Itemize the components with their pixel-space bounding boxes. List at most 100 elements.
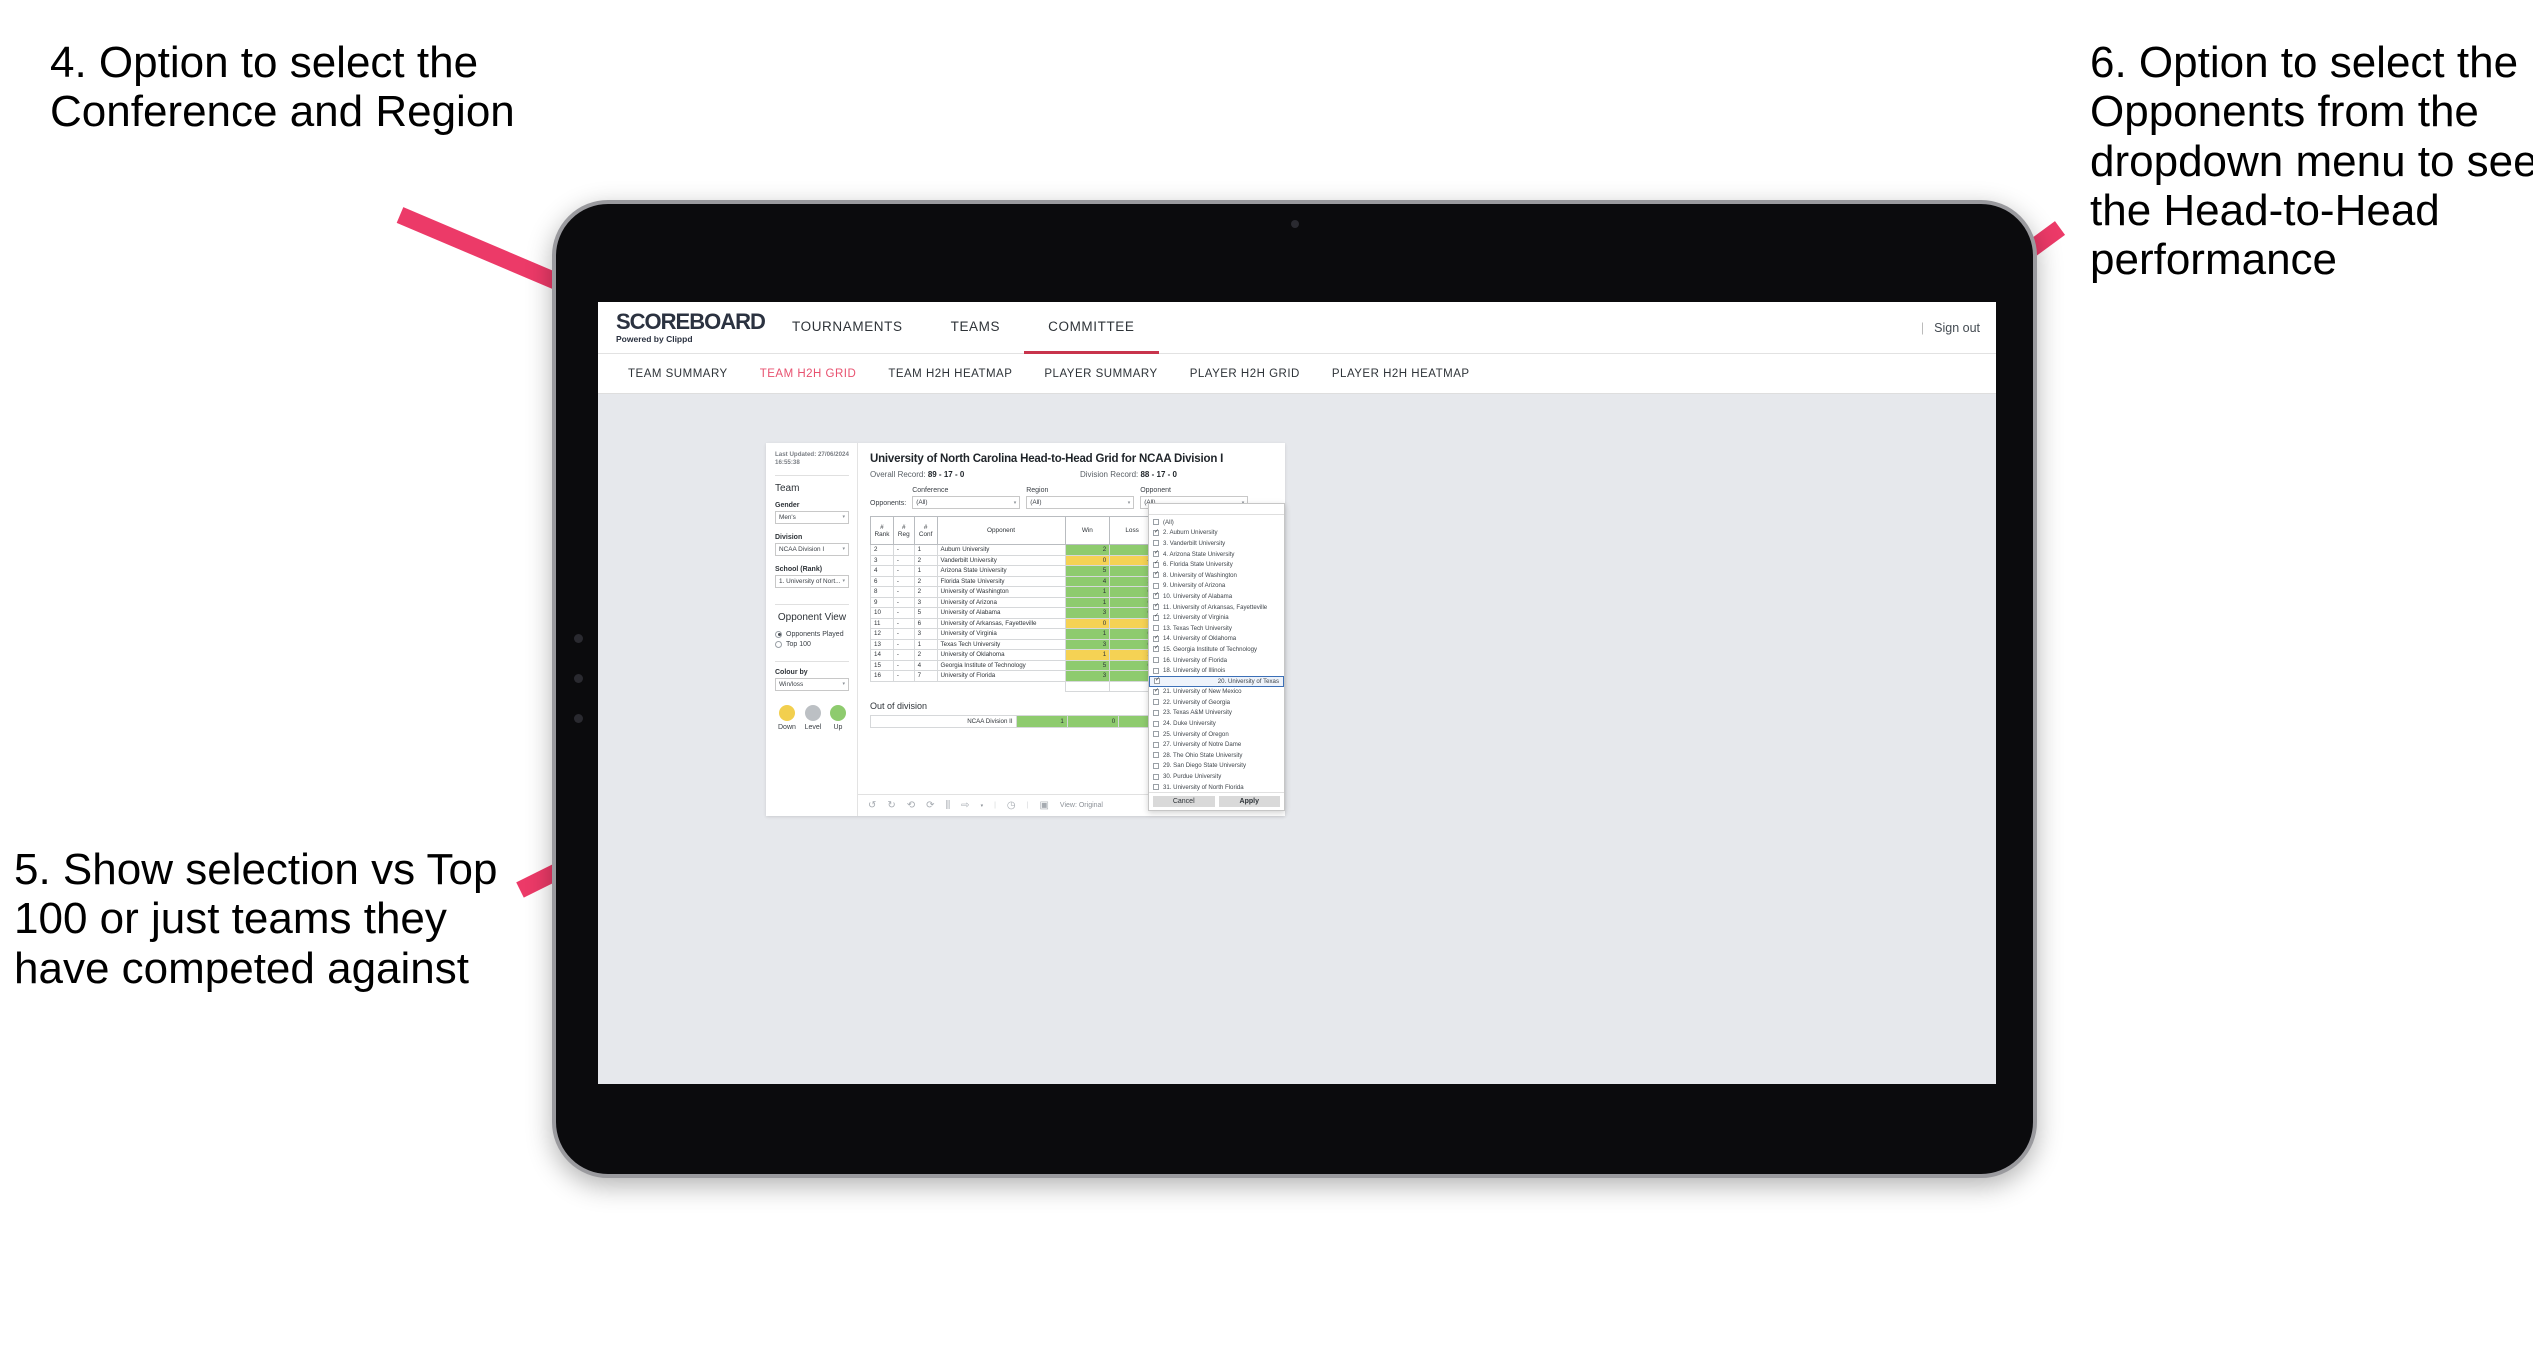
division-select[interactable]: NCAA Division I ▾	[775, 542, 849, 556]
checkbox-icon[interactable]	[1153, 688, 1159, 695]
subnav-player-summary[interactable]: PLAYER SUMMARY	[1028, 368, 1173, 380]
col-win[interactable]: Win	[1064, 516, 1111, 545]
dropdown-option[interactable]: 20. University of Texas	[1149, 675, 1284, 687]
table-row[interactable]: 6-2Florida State University42	[870, 575, 1155, 587]
checkbox-icon[interactable]	[1153, 752, 1159, 759]
radio-opponents-played[interactable]: Opponents Played	[775, 630, 849, 638]
dropdown-option[interactable]: 10. University of Alabama	[1149, 591, 1284, 602]
checkbox-icon[interactable]	[1153, 762, 1159, 769]
col-conf[interactable]: # Conf	[913, 516, 938, 545]
dropdown-option[interactable]: 13. Texas Tech University	[1149, 623, 1284, 634]
cancel-button[interactable]: Cancel	[1153, 796, 1215, 808]
brand-logo[interactable]: SCOREBOARD Powered by Clippd	[598, 311, 766, 345]
checkbox-icon[interactable]	[1153, 571, 1159, 579]
checkbox-icon[interactable]	[1153, 720, 1159, 727]
dropdown-option[interactable]: 3. Vanderbilt University	[1149, 538, 1284, 549]
dropdown-option[interactable]: 2. Auburn University	[1149, 528, 1284, 539]
col-opponent[interactable]: Opponent	[936, 516, 1066, 545]
apply-button[interactable]: Apply	[1218, 796, 1280, 808]
checkbox-icon[interactable]	[1154, 677, 1160, 685]
dropdown-option[interactable]: (All)	[1149, 517, 1284, 528]
table-row[interactable]: 2-1Auburn University21	[870, 544, 1155, 556]
checkbox-icon[interactable]	[1153, 731, 1159, 738]
refresh-icon[interactable]: ⟳	[926, 800, 934, 811]
dropdown-option[interactable]: 29. San Diego State University	[1149, 761, 1284, 772]
conference-select[interactable]: (All) ▾	[912, 496, 1021, 509]
checkbox-icon[interactable]	[1153, 625, 1159, 632]
dropdown-option[interactable]: 25. University of Oregon	[1149, 729, 1284, 740]
history-icon[interactable]: ◷	[1007, 800, 1016, 811]
table-row[interactable]: 10-5University of Alabama30	[870, 607, 1155, 619]
table-row[interactable]: 9-3University of Arizona10	[870, 596, 1155, 608]
checkbox-icon[interactable]	[1153, 529, 1159, 536]
checkbox-icon[interactable]	[1153, 657, 1159, 664]
dropdown-option[interactable]: 28. The Ohio State University	[1149, 750, 1284, 761]
checkbox-icon[interactable]	[1153, 784, 1159, 791]
dropdown-option[interactable]: 9. University of Arizona	[1149, 581, 1284, 592]
dropdown-option[interactable]: 27. University of Notre Dame	[1149, 739, 1284, 750]
pause-icon[interactable]: ⫼	[946, 800, 951, 811]
topnav-tournaments[interactable]: TOURNAMENTS	[768, 302, 927, 354]
dropdown-option[interactable]: 4. Arizona State University	[1149, 549, 1284, 560]
dropdown-search-input[interactable]	[1149, 504, 1284, 515]
table-row[interactable]: 13-1Texas Tech University30	[870, 638, 1155, 650]
school-select[interactable]: 1. University of Nort... ▾	[775, 574, 849, 588]
gender-select[interactable]: Men's ▾	[775, 510, 849, 524]
checkbox-icon[interactable]	[1153, 540, 1159, 547]
dropdown-option[interactable]: 24. Duke University	[1149, 718, 1284, 729]
checkbox-icon[interactable]	[1153, 613, 1159, 621]
topnav-committee[interactable]: COMMITTEE	[1024, 302, 1159, 354]
checkbox-icon[interactable]	[1153, 603, 1159, 611]
table-row[interactable]: 15-4Georgia Institute of Technology50	[870, 659, 1155, 671]
col-rank[interactable]: # Rank	[870, 516, 894, 545]
dropdown-option[interactable]: 14. University of Oklahoma	[1149, 634, 1284, 645]
subnav-team-summary[interactable]: TEAM SUMMARY	[612, 368, 744, 380]
table-row[interactable]: 8-2University of Washington10	[870, 586, 1155, 598]
dropdown-option[interactable]: 15. Georgia Institute of Technology	[1149, 644, 1284, 655]
dropdown-option[interactable]: 23. Texas A&M University	[1149, 708, 1284, 719]
checkbox-icon[interactable]	[1153, 699, 1159, 706]
subnav-player-h2h-heatmap[interactable]: PLAYER H2H HEATMAP	[1316, 368, 1486, 380]
table-row[interactable]: 12-3University of Virginia10	[870, 628, 1155, 640]
colour-by-select[interactable]: Win/loss ▾	[775, 677, 849, 691]
dropdown-option[interactable]: 11. University of Arkansas, Fayetteville	[1149, 602, 1284, 613]
dropdown-option[interactable]: 21. University of New Mexico	[1149, 687, 1284, 698]
redo-icon[interactable]: ↻	[887, 800, 895, 811]
col-reg[interactable]: # Reg	[892, 516, 915, 545]
sign-out-link[interactable]: Sign out	[1934, 321, 1980, 335]
table-row[interactable]: 14-2University of Oklahoma12	[870, 649, 1155, 661]
dropdown-option[interactable]: 16. University of Florida	[1149, 655, 1284, 666]
checkbox-icon[interactable]	[1153, 582, 1159, 589]
checkbox-icon[interactable]	[1153, 635, 1159, 642]
radio-top-100[interactable]: Top 100	[775, 640, 849, 648]
dropdown-option[interactable]: 30. Purdue University	[1149, 771, 1284, 782]
table-row[interactable]: 16-7University of Florida31	[870, 670, 1155, 682]
checkbox-icon[interactable]	[1153, 667, 1159, 674]
opponent-dropdown-panel[interactable]: (All) 2. Auburn University 3. Vanderbilt U…	[1148, 503, 1285, 812]
dropdown-option[interactable]: 18. University of Illinois	[1149, 665, 1284, 676]
checkbox-icon[interactable]	[1153, 592, 1159, 600]
checkbox-icon[interactable]	[1153, 741, 1159, 748]
checkbox-icon[interactable]	[1153, 560, 1159, 568]
view-label[interactable]: View: Original	[1060, 802, 1103, 809]
checkbox-icon[interactable]	[1153, 519, 1159, 526]
dropdown-option[interactable]: 8. University of Washington	[1149, 570, 1284, 581]
topnav-teams[interactable]: TEAMS	[927, 302, 1025, 354]
revert-icon[interactable]: ⟲	[907, 800, 915, 811]
dropdown-option[interactable]: 22. University of Georgia	[1149, 697, 1284, 708]
chevron-down-icon[interactable]: ▾	[981, 803, 984, 809]
checkbox-icon[interactable]	[1153, 645, 1159, 653]
table-row[interactable]: 4-1Arizona State University51	[870, 565, 1155, 577]
view-icon[interactable]: ▣	[1039, 800, 1048, 811]
subnav-player-h2h-grid[interactable]: PLAYER H2H GRID	[1174, 368, 1316, 380]
checkbox-icon[interactable]	[1153, 550, 1159, 558]
subnav-team-h2h-grid[interactable]: TEAM H2H GRID	[744, 368, 873, 380]
table-row[interactable]: 3-2Vanderbilt University04	[870, 554, 1155, 566]
dropdown-option[interactable]: 6. Florida State University	[1149, 559, 1284, 570]
undo-icon[interactable]: ↺	[868, 800, 876, 811]
dropdown-option[interactable]: 12. University of Virginia	[1149, 612, 1284, 623]
checkbox-icon[interactable]	[1153, 773, 1159, 780]
region-select[interactable]: (All) ▾	[1026, 496, 1135, 509]
share-icon[interactable]: ⇨	[961, 800, 969, 811]
checkbox-icon[interactable]	[1153, 709, 1159, 716]
